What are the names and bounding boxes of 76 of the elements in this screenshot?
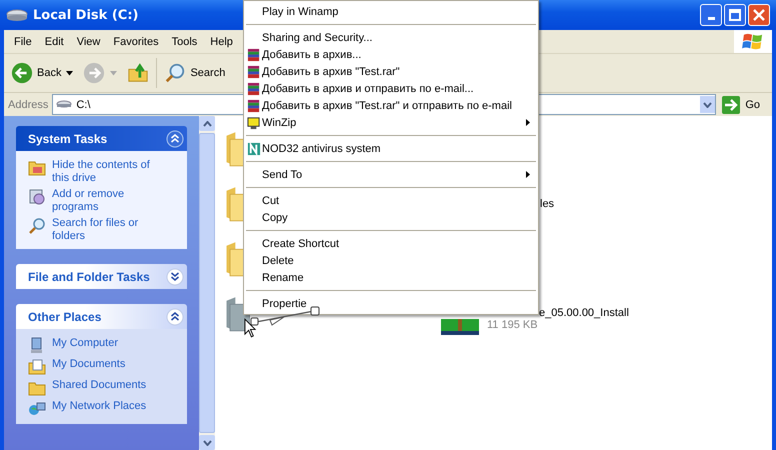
dropdown-button[interactable] (700, 96, 716, 113)
books-icon (247, 98, 261, 112)
menu-item[interactable]: Send To (244, 166, 538, 183)
menu-item[interactable]: Rename (244, 269, 538, 286)
menu-item[interactable]: Play in Winamp (244, 3, 538, 20)
cursor-icon (244, 318, 257, 339)
collapse-icon (166, 130, 184, 148)
task-link[interactable]: My Documents (52, 358, 162, 371)
minimize-button[interactable] (700, 4, 722, 26)
folder-icon (28, 159, 46, 177)
menu-item[interactable]: Добавить в архив "Test.rar" и отправить по e-mail (244, 97, 538, 114)
menu-item[interactable]: Sharing and Security... (244, 29, 538, 46)
search-icon (28, 217, 46, 235)
maximize-icon (729, 9, 741, 21)
menu-item[interactable]: Tools (166, 36, 204, 48)
n-badge-icon (247, 142, 261, 156)
documents-icon (28, 358, 46, 376)
disc-icon (28, 188, 46, 206)
menu-item[interactable]: Help (204, 36, 240, 48)
task-link[interactable]: Add or remove programs (52, 188, 162, 214)
menu-item[interactable]: Добавить в архив... (244, 46, 538, 63)
chevron-up-icon (202, 120, 212, 126)
folder-up-icon (127, 62, 150, 84)
search-button[interactable]: Search (162, 60, 228, 86)
menu-item[interactable]: View (70, 36, 108, 48)
window-title: Local Disk (C:) (33, 8, 138, 22)
back-button[interactable]: Back (9, 60, 64, 86)
right-arrow-icon (722, 96, 740, 114)
close-button[interactable] (748, 4, 770, 26)
task-link[interactable]: My Network Places (52, 400, 162, 413)
chevron-down-icon (703, 102, 712, 108)
dropdown-arrow-icon (66, 70, 74, 76)
drive-icon (56, 100, 72, 110)
menu-item[interactable]: Cut (244, 192, 538, 209)
menu-item[interactable]: Create Shortcut (244, 235, 538, 252)
dropdown-arrow-icon (110, 70, 118, 76)
menu-item[interactable]: Delete (244, 252, 538, 269)
network-icon (28, 400, 46, 418)
submenu-arrow-icon (526, 171, 530, 178)
books-icon (247, 82, 261, 96)
drive-icon (6, 8, 28, 22)
panel-header[interactable]: System Tasks (16, 126, 187, 151)
panel-header[interactable]: File and Folder Tasks (16, 264, 187, 289)
scrollbar[interactable] (199, 116, 215, 450)
file-name: e_05.00.00_Install (539, 307, 629, 319)
menu-item[interactable]: Favorites (107, 36, 166, 48)
address-label: Address (8, 98, 48, 110)
collapse-icon (166, 308, 184, 326)
books-icon (247, 64, 261, 78)
file-size: 11 195 KB (487, 319, 539, 331)
maximize-button[interactable] (724, 4, 746, 26)
archive-icon[interactable] (439, 319, 481, 335)
monitor-icon (247, 116, 261, 130)
task-link[interactable]: Search for files or folders (52, 217, 162, 243)
menu-item[interactable]: Propertie (244, 295, 538, 312)
expand-icon (166, 268, 184, 286)
flag-logo-icon (741, 32, 765, 52)
close-icon (753, 9, 765, 21)
file-name: les (540, 198, 554, 210)
go-button[interactable]: Go (720, 96, 768, 114)
task-link[interactable]: Hide the contents of this drive (52, 159, 162, 185)
menu-item[interactable]: WinZip (244, 114, 538, 131)
menu-item[interactable]: Edit (38, 36, 71, 48)
books-icon (247, 48, 261, 62)
task-link[interactable]: My Computer (52, 337, 162, 350)
menu-item[interactable]: File (8, 36, 39, 48)
menu-item[interactable]: NOD32 antivirus system (244, 140, 538, 157)
menu-item[interactable]: Copy (244, 209, 538, 226)
menu-item[interactable]: Добавить в архив и отправить по e-mail... (244, 80, 538, 97)
chevron-down-icon (202, 440, 212, 446)
task-link[interactable]: Shared Documents (52, 379, 162, 392)
search-icon (164, 62, 186, 84)
minimize-icon (708, 17, 714, 20)
menu-item[interactable]: Добавить в архив "Test.rar" (244, 63, 538, 80)
panel-header[interactable]: Other Places (16, 304, 187, 329)
submenu-arrow-icon (526, 119, 530, 126)
